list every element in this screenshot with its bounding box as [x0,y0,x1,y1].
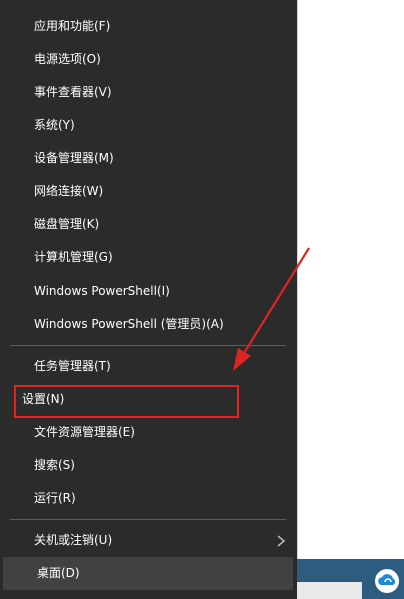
menu-item-desktop[interactable]: 桌面(D) [3,557,293,590]
menu-item-apps-features[interactable]: 应用和功能(F) [0,10,297,43]
menu-item-powershell[interactable]: Windows PowerShell(I) [0,275,297,308]
menu-item-power-options[interactable]: 电源选项(O) [0,43,297,76]
chevron-right-icon [277,535,286,547]
menu-separator [10,519,286,520]
menu-item-device-manager[interactable]: 设备管理器(M) [0,142,297,175]
menu-item-search[interactable]: 搜索(S) [0,449,297,482]
settings-highlight-box [14,385,239,418]
cloud-icon[interactable] [373,567,401,595]
menu-edge [297,0,298,599]
menu-item-shutdown-signout[interactable]: 关机或注销(U) [0,524,297,557]
winx-context-menu: 应用和功能(F) 电源选项(O) 事件查看器(V) 系统(Y) 设备管理器(M)… [0,0,297,599]
menu-item-run[interactable]: 运行(R) [0,482,297,515]
menu-item-system[interactable]: 系统(Y) [0,109,297,142]
menu-item-disk-management[interactable]: 磁盘管理(K) [0,208,297,241]
taskbar-button[interactable] [297,582,362,599]
menu-item-computer-management[interactable]: 计算机管理(G) [0,241,297,274]
menu-item-network-connections[interactable]: 网络连接(W) [0,175,297,208]
menu-item-powershell-admin[interactable]: Windows PowerShell (管理员)(A) [0,308,297,341]
menu-item-event-viewer[interactable]: 事件查看器(V) [0,76,297,109]
menu-separator [10,345,286,346]
menu-item-file-explorer[interactable]: 文件资源管理器(E) [0,416,297,449]
menu-item-task-manager[interactable]: 任务管理器(T) [0,350,297,383]
